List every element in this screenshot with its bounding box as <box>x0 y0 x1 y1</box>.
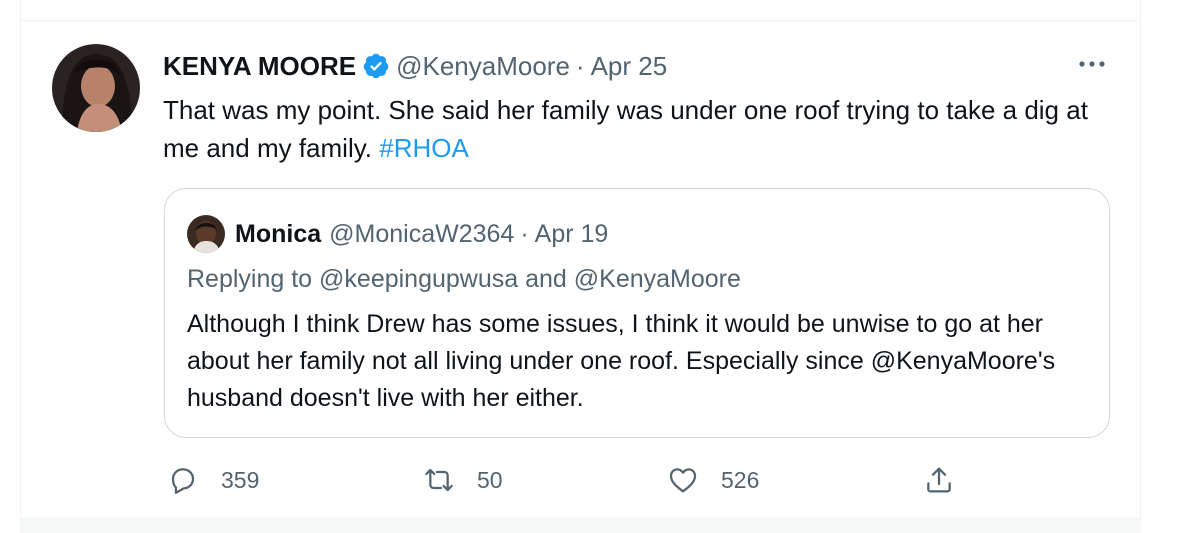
mention-link[interactable]: @keepingupwusa <box>319 265 518 293</box>
share-icon <box>927 467 951 493</box>
reply-count: 359 <box>221 466 260 493</box>
like-icon <box>669 468 697 493</box>
reply-icon <box>171 468 195 494</box>
like-button[interactable]: 526 <box>667 460 759 500</box>
author-handle[interactable]: @KenyaMoore <box>396 50 570 82</box>
tweet-date[interactable]: Apr 25 <box>591 50 668 82</box>
like-count: 526 <box>721 466 760 493</box>
quoted-tweet[interactable]: Monica @MonicaW2364 · Apr 19 Replying to… <box>164 188 1110 438</box>
retweet-count: 50 <box>477 466 503 493</box>
hashtag-link[interactable]: #RHOA <box>379 133 469 163</box>
retweet-icon <box>425 468 453 492</box>
retweet-button[interactable]: 50 <box>423 460 503 500</box>
separator-dot: · <box>575 51 585 81</box>
share-button[interactable] <box>923 460 955 500</box>
author-name[interactable]: KENYA MOORE <box>163 50 356 82</box>
more-options-icon[interactable] <box>1074 50 1110 78</box>
quoted-author-name: Monica <box>235 220 322 248</box>
divider <box>20 20 1141 21</box>
replying-joiner: and <box>525 265 567 293</box>
quoted-author-avatar <box>187 215 225 253</box>
separator-dot: · <box>520 220 529 248</box>
tweet-text: That was my point. She said her family w… <box>163 91 1113 167</box>
quoted-tweet-header: Monica @MonicaW2364 · Apr 19 <box>187 215 608 253</box>
quoted-tweet-date: Apr 19 <box>534 220 609 248</box>
replying-to: Replying to @keepingupwusa and @KenyaMoo… <box>187 263 741 295</box>
reply-button[interactable]: 359 <box>167 460 259 500</box>
verified-badge-icon <box>362 52 390 80</box>
quoted-tweet-text: Although I think Drew has some issues, I… <box>187 310 1056 412</box>
author-avatar[interactable] <box>52 44 140 132</box>
timeline-footer <box>20 518 1141 533</box>
quoted-author-handle: @MonicaW2364 <box>329 220 515 248</box>
tweet-header: KENYA MOORE @KenyaMoore · Apr 25 <box>163 50 667 82</box>
replying-prefix: Replying to <box>187 265 313 293</box>
tweet-body: That was my point. She said her family w… <box>163 95 1088 163</box>
tweet-actions: 359 50 526 <box>163 460 963 500</box>
mention-link[interactable]: @KenyaMoore <box>574 265 741 293</box>
